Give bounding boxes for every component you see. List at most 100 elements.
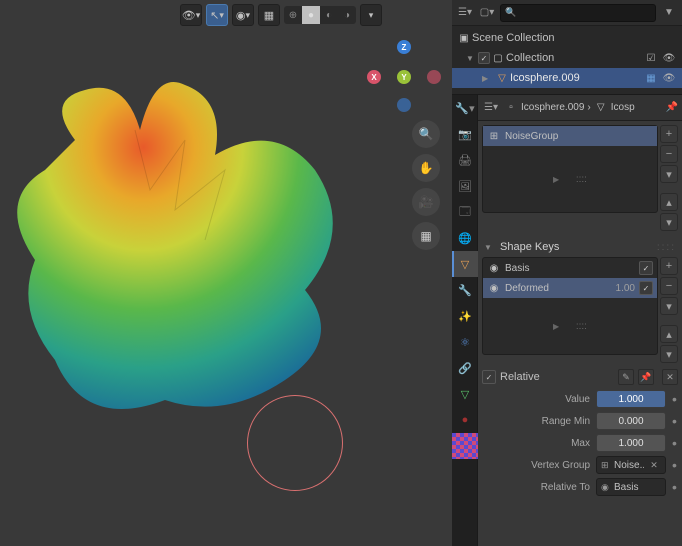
anim-dot[interactable]: • [672,440,678,446]
outliner-scene-collection[interactable]: ▣ Scene Collection [452,28,682,48]
tab-scene[interactable]: 🗔 [452,199,478,225]
anim-dot[interactable]: • [672,484,678,490]
shape-key-pin[interactable]: 📌 [638,369,654,385]
exclude-toggle[interactable]: ☑ [642,53,660,64]
vertex-group-item[interactable]: ⊞ NoiseGroup [483,126,657,146]
camera-tool[interactable]: 🎥 [412,188,440,216]
shading-matprev[interactable]: ◐ [320,6,338,24]
tab-texture[interactable] [452,433,478,459]
move-down-button[interactable]: ▾ [660,213,678,231]
anim-dot[interactable]: • [672,396,678,402]
tab-object-data[interactable]: ▽ [452,251,478,277]
shape-key-basis[interactable]: ◉ Basis [483,258,657,278]
move-up-button[interactable]: ▴ [660,325,678,343]
vertex-groups-list[interactable]: ⊞ NoiseGroup ▶ :::: [482,125,658,213]
shape-keys-list[interactable]: ◉ Basis ◉ Deformed 1.00 ▶ :::: [482,257,658,355]
anim-dot[interactable]: • [672,418,678,424]
xray-toggle[interactable]: ▦ [258,4,280,26]
move-up-button[interactable]: ▴ [660,193,678,211]
tab-constraints[interactable]: 🔗 [452,355,478,381]
properties-header: ☰▾ ▫ Icosphere.009 › ▽ Icosp 📌 [478,95,682,121]
shapekey-icon: ◉ [487,281,501,295]
outliner-collection[interactable]: ▼ ▢ Collection ☑ 👁 [452,48,682,68]
collection-checkbox[interactable] [478,52,490,64]
axis-z[interactable]: Z [397,40,411,54]
add-button[interactable]: + [660,125,678,143]
anim-dot[interactable]: • [672,462,678,468]
gizmo-toggle[interactable]: ↖▾ [206,4,228,26]
outliner-filter[interactable]: ▼ [660,4,678,22]
add-button[interactable]: + [660,257,678,275]
perspective-tool[interactable]: ▦ [412,222,440,250]
specials-dropdown[interactable]: ▾ [660,165,678,183]
remove-button[interactable]: − [660,145,678,163]
tab-active-tool[interactable]: 🔧▾ [452,95,478,121]
breadcrumb: ▫ Icosphere.009 › ▽ Icosp [504,101,635,115]
shading-rendered[interactable]: ◑ [338,6,356,24]
clear-button[interactable]: ✕ [647,458,661,472]
vertex-group-field[interactable]: ⊞ Noise.. ✕ [596,456,666,474]
shape-key-mute[interactable] [639,261,653,275]
tab-output[interactable]: 🖨 [452,147,478,173]
relative-to-field[interactable]: ◉ Basis [596,478,666,496]
shape-key-edit-mode[interactable]: ✎ [618,369,634,385]
eye-icon[interactable]: 👁 [660,53,678,64]
value-field[interactable]: 1.000 [596,390,666,408]
outliner-type-dropdown[interactable]: ☰▾ [456,4,474,22]
outliner-object[interactable]: ▶ ▽ Icosphere.009 ▦ 👁 [452,68,682,88]
tab-material[interactable]: ● [452,407,478,433]
move-down-button[interactable]: ▾ [660,345,678,363]
axis-x[interactable]: X [367,70,381,84]
relative-checkbox[interactable] [482,370,496,384]
shading-dropdown[interactable]: ▾ [360,4,382,26]
tab-physics[interactable]: ⚛ [452,329,478,355]
value-label: Value [482,394,590,405]
visibility-dropdown[interactable]: 👁▾ [180,4,202,26]
pin-icon[interactable]: 📌 [666,102,678,113]
tab-mesh[interactable]: ▽ [452,381,478,407]
shape-key-mute[interactable] [639,281,653,295]
disclosure-triangle[interactable]: ▼ [466,54,478,63]
selectable-icon[interactable]: ▦ [642,73,660,84]
outliner-search[interactable]: 🔍 [500,4,656,22]
list-grip[interactable]: ▶ :::: [483,298,657,354]
remove-button[interactable]: − [660,277,678,295]
eye-icon[interactable]: 👁 [660,73,678,84]
max-label: Max [482,438,590,449]
pan-tool[interactable]: ✋ [412,154,440,182]
shape-key-value[interactable]: 1.00 [603,283,635,294]
viewport-3d[interactable]: 👁▾ ↖▾ ◉▾ ▦ ⊕ ● ◐ ◑ ▾ [0,0,452,546]
shading-wireframe[interactable]: ⊕ [284,6,302,24]
tab-modifiers[interactable]: 🔧 [452,277,478,303]
tab-particles[interactable]: ✨ [452,303,478,329]
disclosure-triangle[interactable]: ▶ [482,74,494,83]
max-field[interactable]: 1.000 [596,434,666,452]
list-grip[interactable]: ▶ :::: [483,146,657,212]
shape-keys-header[interactable]: ▼ Shape Keys :::: [482,237,678,257]
list-side-buttons: + − ▾ ▴ ▾ [660,257,678,363]
mesh-object[interactable] [5,60,355,440]
outliner-display-dropdown[interactable]: ▢▾ [478,4,496,22]
breadcrumb-mesh[interactable]: Icosp [611,102,635,113]
axis-neg-x[interactable] [427,70,441,84]
range-min-field[interactable]: 0.000 [596,412,666,430]
tab-world[interactable]: 🌐 [452,225,478,251]
shading-solid[interactable]: ● [302,6,320,24]
breadcrumb-object[interactable]: Icosphere.009 [521,102,584,113]
panel-drag-icon[interactable]: :::: [657,242,676,253]
relative-row: Relative ✎ 📌 ✕ [482,369,678,385]
zoom-tool[interactable]: 🔍 [412,120,440,148]
specials-dropdown[interactable]: ▾ [660,297,678,315]
shape-key-deformed[interactable]: ◉ Deformed 1.00 [483,278,657,298]
tab-render[interactable]: 📷 [452,121,478,147]
axis-gizmo[interactable]: Z Y X [364,40,444,120]
shape-key-clear[interactable]: ✕ [662,369,678,385]
max-row: Max 1.000 • [482,433,678,453]
chevron-right-icon: › [587,102,590,113]
shape-key-name: Deformed [505,283,599,294]
axis-y[interactable]: Y [397,70,411,84]
props-type-dropdown[interactable]: ☰▾ [482,99,500,117]
tab-viewlayer[interactable]: 🖼 [452,173,478,199]
axis-neg-z[interactable] [397,98,411,112]
overlays-toggle[interactable]: ◉▾ [232,4,254,26]
